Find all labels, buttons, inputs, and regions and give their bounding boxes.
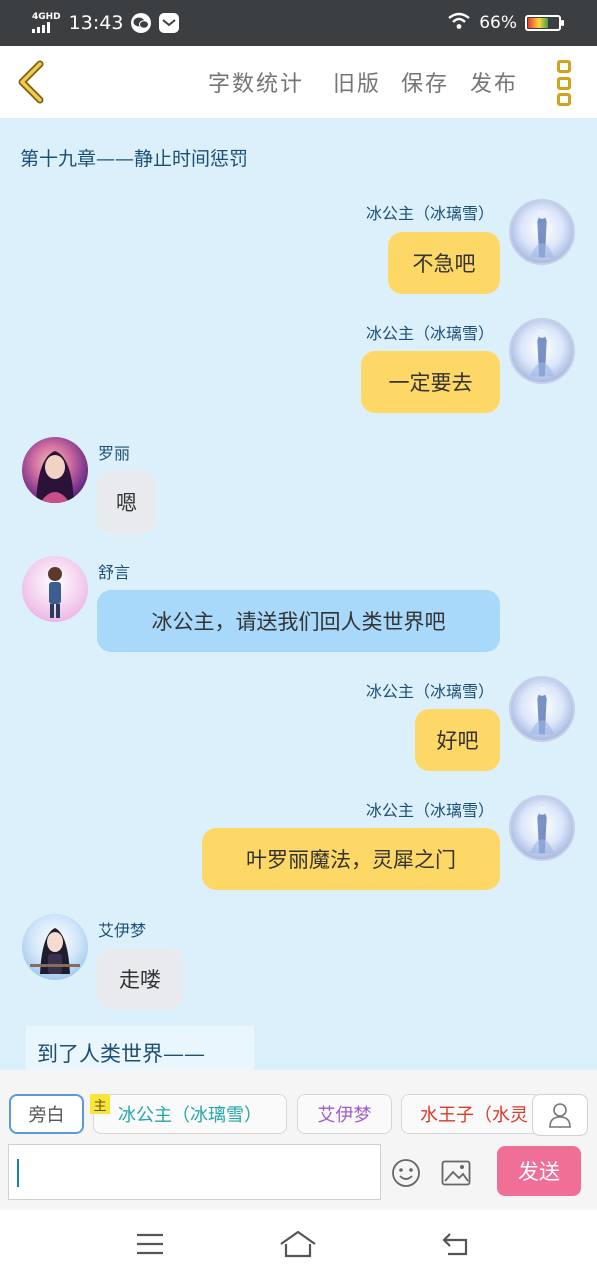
message-bubble[interactable]: 走喽	[97, 948, 183, 1010]
status-bar: 4GHD 13:43 66%	[0, 0, 597, 46]
image-button[interactable]	[440, 1158, 472, 1188]
menu-icon	[137, 1233, 163, 1255]
sender-name: 罗丽	[98, 444, 131, 463]
message-bubble[interactable]: 好吧	[415, 709, 500, 771]
signal-icon	[32, 22, 50, 33]
message-bubble[interactable]: 冰公主，请送我们回人类世界吧	[97, 590, 500, 652]
battery-icon	[525, 15, 564, 31]
emoji-button[interactable]	[390, 1158, 422, 1188]
message-bubble[interactable]: 一定要去	[361, 351, 500, 413]
wechat-icon	[131, 13, 152, 33]
more-vertical-icon[interactable]	[555, 60, 573, 106]
wifi-icon	[447, 12, 471, 34]
back-button[interactable]	[14, 60, 48, 104]
home-button[interactable]	[278, 1226, 318, 1262]
chevron-left-icon	[18, 60, 44, 104]
text-cursor	[17, 1159, 19, 1187]
composer-panel: 旁白 冰公主（冰璃雪） 主 艾伊梦 水王子（水灵 发送	[0, 1070, 597, 1210]
avatar[interactable]	[22, 437, 88, 503]
sender-name: 舒言	[98, 563, 131, 582]
sender-name: 冰公主（冰璃雪）	[365, 801, 494, 820]
image-icon	[441, 1160, 471, 1186]
message-bubble[interactable]: 叶罗丽魔法，灵犀之门	[202, 828, 500, 890]
sender-name: 冰公主（冰璃雪）	[365, 204, 494, 223]
back-icon	[442, 1233, 468, 1256]
editor-toolbar: 字数统计 旧版 保存 发布	[0, 46, 597, 118]
system-nav-bar	[0, 1210, 597, 1280]
role-chip-aiyimeng[interactable]: 艾伊梦	[297, 1094, 392, 1134]
role-chip-narrator[interactable]: 旁白	[9, 1094, 84, 1134]
home-icon	[280, 1230, 316, 1258]
person-icon	[549, 1103, 571, 1128]
save-button[interactable]: 保存	[401, 66, 449, 98]
network-indicator: 4GHD	[32, 13, 61, 33]
publish-button[interactable]: 发布	[470, 66, 518, 98]
avatar[interactable]	[509, 676, 575, 742]
avatar[interactable]	[22, 914, 88, 980]
back-nav-button[interactable]	[435, 1226, 475, 1262]
role-chip-ice-princess[interactable]: 冰公主（冰璃雪）	[93, 1094, 287, 1134]
sender-name: 艾伊梦	[98, 921, 147, 940]
avatar[interactable]	[509, 199, 575, 265]
mail-app-icon	[159, 13, 180, 33]
chapter-title: 第十九章——静止时间惩罚	[20, 148, 249, 170]
network-label: 4GHD	[32, 12, 61, 22]
sender-name: 冰公主（冰璃雪）	[365, 682, 494, 701]
battery-percent: 66%	[479, 13, 517, 33]
emoji-icon	[392, 1159, 420, 1187]
avatar[interactable]	[509, 318, 575, 384]
chat-area[interactable]: 第十九章——静止时间惩罚 冰公主（冰璃雪） 不急吧 冰公主（冰璃雪） 一定要去 …	[0, 118, 597, 1070]
message-bubble[interactable]: 嗯	[97, 471, 156, 533]
role-manager-button[interactable]	[532, 1094, 588, 1136]
role-chip-water-prince[interactable]: 水王子（水灵	[401, 1094, 541, 1134]
sender-name: 冰公主（冰璃雪）	[365, 324, 494, 343]
avatar[interactable]	[509, 795, 575, 861]
clock: 13:43	[68, 12, 124, 34]
word-count-button[interactable]: 字数统计	[208, 66, 304, 98]
send-button[interactable]: 发送	[497, 1146, 581, 1196]
main-role-badge: 主	[90, 1094, 110, 1114]
avatar[interactable]	[22, 556, 88, 622]
old-version-button[interactable]: 旧版	[333, 66, 381, 98]
message-bubble[interactable]: 不急吧	[388, 232, 500, 294]
menu-button[interactable]	[130, 1226, 170, 1262]
message-input[interactable]	[8, 1144, 381, 1200]
narration-text[interactable]: 到了人类世界——	[26, 1026, 254, 1070]
